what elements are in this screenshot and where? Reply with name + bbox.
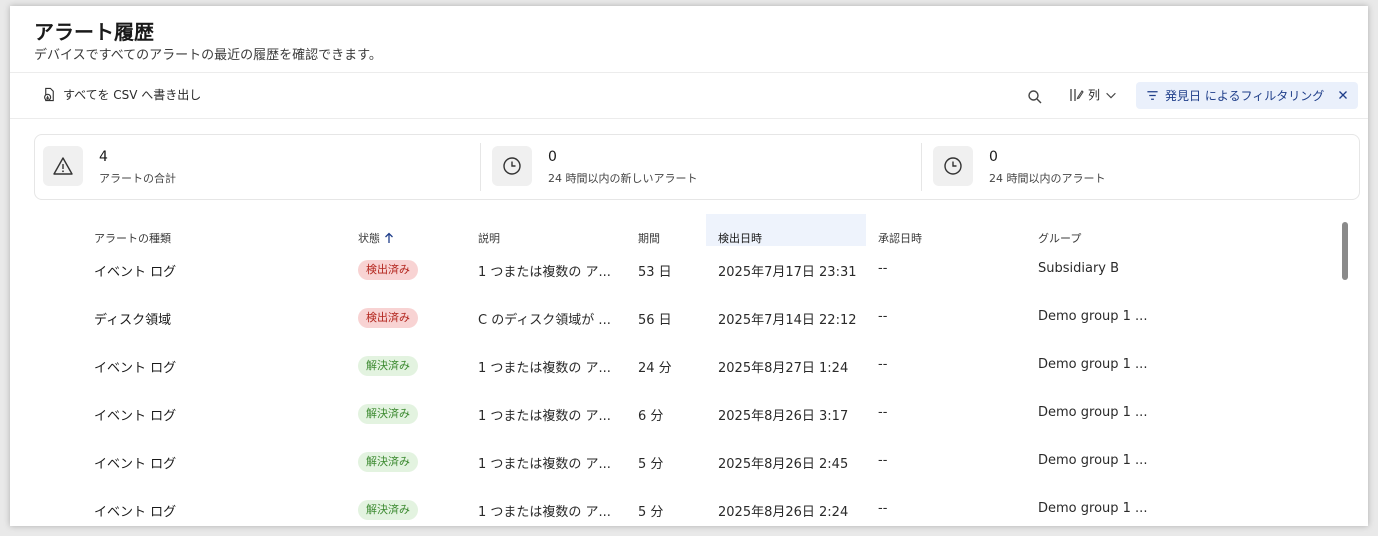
cell-duration: 53 日 — [638, 265, 672, 280]
cell-duration: 5 分 — [638, 505, 664, 520]
sort-ascending-icon — [385, 232, 393, 243]
stat-alerts-24h: 0 24 時間以内のアラート — [925, 135, 1355, 199]
table-row[interactable]: イベント ログ 検出済み 1 つまたは複数の ア... 53 日 2025年7月17日 … — [10, 246, 1340, 294]
stat-total-alerts: 4 アラートの合計 — [35, 135, 480, 199]
columns-button[interactable]: 列 — [1068, 86, 1118, 103]
cell-description: 1 つまたは複数の ア... — [478, 409, 611, 424]
filter-label: 発見日 によるフィルタリング — [1165, 89, 1325, 103]
column-header-type[interactable]: アラートの種類 — [94, 230, 171, 246]
cell-alert-type: ディスク領域 — [94, 313, 172, 328]
table-row[interactable]: ディスク領域 検出済み C のディスク領域が ... 56 日 2025年7月14日 2… — [10, 294, 1340, 342]
filter-icon — [1147, 91, 1158, 100]
cell-alert-type: イベント ログ — [94, 361, 177, 376]
cell-group: Demo group 1 ... — [1038, 453, 1148, 468]
cell-approved-time: -- — [878, 357, 888, 372]
status-badge: 検出済み — [358, 260, 418, 280]
cell-group: Demo group 1 ... — [1038, 309, 1148, 324]
cell-description: C のディスク領域が ... — [478, 313, 611, 328]
cell-approved-time: -- — [878, 501, 888, 516]
clock-icon — [944, 157, 962, 175]
export-csv-label: すべてを CSV へ書き出し — [63, 88, 202, 102]
cell-description: 1 つまたは複数の ア... — [478, 457, 611, 472]
status-badge: 解決済み — [358, 356, 418, 376]
stat-new-alerts-24h: 0 24 時間以内の新しいアラート — [484, 135, 920, 199]
date-filter-chip[interactable]: 発見日 によるフィルタリング — [1136, 82, 1358, 109]
cell-description: 1 つまたは複数の ア... — [478, 361, 611, 376]
table-row[interactable]: イベント ログ 解決済み 1 つまたは複数の ア... 5 分 2025年8月26日 2… — [10, 438, 1340, 486]
cell-approved-time: -- — [878, 405, 888, 420]
column-header-detected[interactable]: 検出日時 — [718, 230, 762, 246]
stat-label: アラートの合計 — [99, 172, 176, 185]
cell-group: Demo group 1 ... — [1038, 405, 1148, 420]
cell-approved-time: -- — [878, 261, 888, 276]
stat-value: 0 — [548, 149, 557, 165]
cell-description: 1 つまたは複数の ア... — [478, 265, 611, 280]
column-header-approved[interactable]: 承認日時 — [878, 230, 922, 246]
stat-label: 24 時間以内の新しいアラート — [548, 172, 698, 185]
cell-duration: 6 分 — [638, 409, 664, 424]
cell-alert-type: イベント ログ — [94, 265, 177, 280]
cell-duration: 5 分 — [638, 457, 664, 472]
export-icon — [44, 87, 54, 102]
chevron-down-icon — [1106, 92, 1116, 98]
columns-icon — [1070, 88, 1084, 101]
export-csv-button[interactable]: すべてを CSV へ書き出し — [42, 86, 201, 103]
cell-approved-time: -- — [878, 309, 888, 324]
warning-icon — [53, 157, 73, 175]
column-header-duration[interactable]: 期間 — [638, 230, 660, 246]
column-header-group[interactable]: グループ — [1038, 230, 1081, 246]
cell-group: Demo group 1 ... — [1038, 501, 1148, 516]
status-badge: 解決済み — [358, 500, 418, 520]
status-badge: 解決済み — [358, 404, 418, 424]
cell-alert-type: イベント ログ — [94, 457, 177, 472]
status-badge: 検出済み — [358, 308, 418, 328]
stat-value: 0 — [989, 149, 998, 165]
toolbar-divider — [10, 118, 1368, 119]
cell-duration: 56 日 — [638, 313, 672, 328]
cell-detected-time: 2025年8月26日 2:45 — [718, 457, 849, 472]
columns-label: 列 — [1088, 88, 1101, 102]
cell-alert-type: イベント ログ — [94, 409, 177, 424]
stat-value: 4 — [99, 149, 108, 165]
column-header-description[interactable]: 説明 — [478, 230, 500, 246]
table-row[interactable]: イベント ログ 解決済み 1 つまたは複数の ア... 6 分 2025年8月26日 3… — [10, 390, 1340, 438]
stats-summary: 4 アラートの合計 0 24 時間以内の新しいアラート 0 24 時間以内のアラ… — [34, 134, 1360, 200]
page-title: アラート履歴 — [34, 20, 154, 44]
cell-duration: 24 分 — [638, 361, 672, 376]
cell-approved-time: -- — [878, 453, 888, 468]
column-header-status-label: 状態 — [358, 232, 380, 245]
search-icon[interactable] — [1026, 88, 1044, 106]
table-row[interactable]: イベント ログ 解決済み 1 つまたは複数の ア... 24 分 2025年8月27日 … — [10, 342, 1340, 390]
status-badge: 解決済み — [358, 452, 418, 472]
column-header-status[interactable]: 状態 — [358, 230, 394, 246]
page-subtitle: デバイスですべてのアラートの最近の履歴を確認できます。 — [34, 48, 382, 63]
cell-detected-time: 2025年8月27日 1:24 — [718, 361, 849, 376]
vertical-scrollbar[interactable] — [1342, 222, 1348, 280]
close-icon[interactable] — [1336, 88, 1350, 102]
cell-alert-type: イベント ログ — [94, 505, 177, 520]
cell-detected-time: 2025年7月17日 23:31 — [718, 265, 857, 280]
header-divider — [10, 72, 1368, 73]
cell-group: Subsidiary B — [1038, 261, 1120, 276]
cell-detected-time: 2025年8月26日 3:17 — [718, 409, 849, 424]
alert-history-panel: アラート履歴 デバイスですべてのアラートの最近の履歴を確認できます。 すべてを … — [10, 6, 1368, 526]
cell-group: Demo group 1 ... — [1038, 357, 1148, 372]
cell-detected-time: 2025年7月14日 22:12 — [718, 313, 857, 328]
stat-label: 24 時間以内のアラート — [989, 172, 1106, 185]
cell-detected-time: 2025年8月26日 2:24 — [718, 505, 849, 520]
cell-description: 1 つまたは複数の ア... — [478, 505, 611, 520]
clock-icon — [503, 157, 521, 175]
table-row[interactable]: イベント ログ 解決済み 1 つまたは複数の ア... 5 分 2025年8月26日 2… — [10, 486, 1340, 526]
